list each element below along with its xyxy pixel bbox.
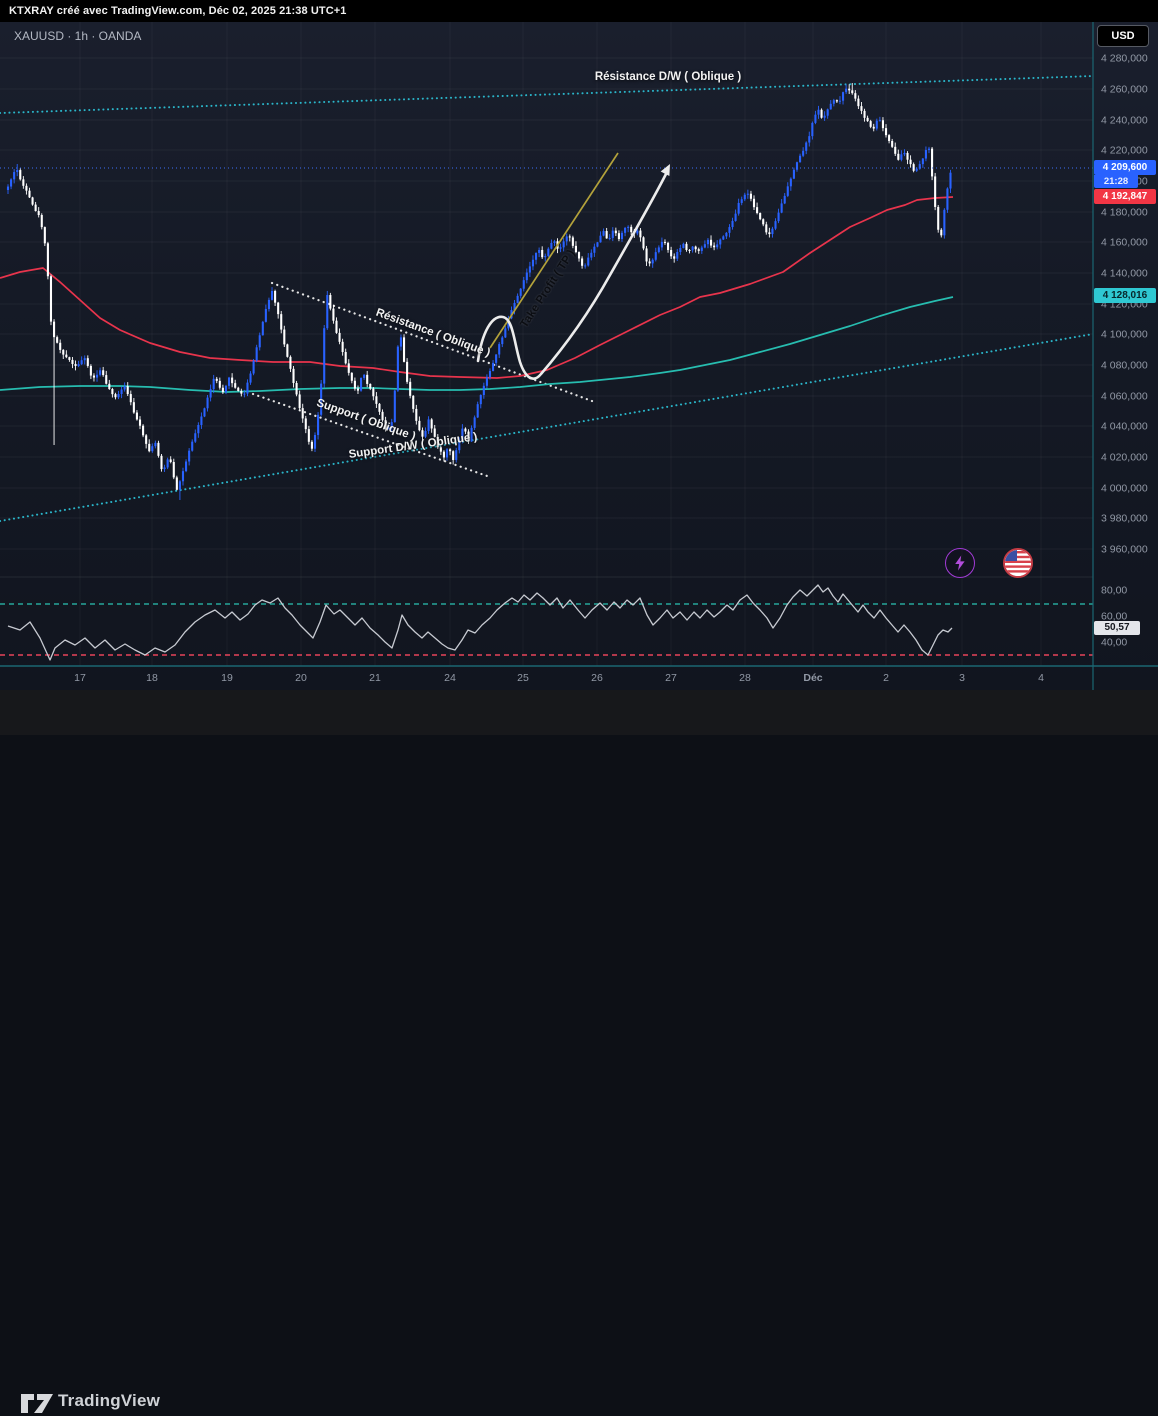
svg-text:25: 25: [517, 672, 529, 684]
lightning-bolt-icon: [953, 555, 967, 571]
ma-slow-price-badge: 4 128,016: [1094, 288, 1156, 303]
svg-text:19: 19: [221, 672, 233, 684]
svg-text:20: 20: [295, 672, 307, 684]
rsi-line: [8, 585, 952, 660]
footer-bar: TradingView: [0, 690, 1158, 735]
price-axis[interactable]: 4 280,0004 260,0004 240,0004 220,0004 20…: [1101, 53, 1148, 649]
rsi-value-badge: 50,57: [1094, 621, 1140, 635]
support-dw-line: [0, 334, 1093, 521]
projection-arrow-path: [478, 172, 667, 379]
us-flag-button[interactable]: [1003, 548, 1033, 578]
svg-text:80,00: 80,00: [1101, 585, 1127, 597]
chart-canvas[interactable]: 4 280,000 4 260,000 4 240,000 4 220,000 4 20…: [0, 22, 1158, 690]
svg-text:3 980,000: 3 980,000: [1101, 513, 1148, 525]
yellow-trendline: [490, 153, 618, 348]
svg-text:4 160,000: 4 160,000: [1101, 237, 1148, 249]
last-price-badge: 4 209,600: [1094, 160, 1156, 175]
moving-averages: [0, 197, 953, 392]
resistance-dw-line: [0, 76, 1093, 113]
svg-text:4 080,000: 4 080,000: [1101, 360, 1148, 372]
svg-text:24: 24: [444, 672, 456, 684]
svg-text:21: 21: [369, 672, 381, 684]
svg-text:4 000,000: 4 000,000: [1101, 483, 1148, 495]
symbol-legend[interactable]: XAUUSD · 1h · OANDA: [14, 29, 141, 43]
svg-text:27: 27: [665, 672, 677, 684]
footer-brand: TradingView: [58, 1391, 160, 1411]
svg-text:18: 18: [146, 672, 158, 684]
us-flag-icon: [1005, 550, 1031, 576]
gridlines: [0, 22, 1093, 666]
candles-layer: [7, 83, 952, 500]
svg-text:4 060,000: 4 060,000: [1101, 391, 1148, 403]
svg-text:4 260,000: 4 260,000: [1101, 84, 1148, 96]
svg-text:4 020,000: 4 020,000: [1101, 452, 1148, 464]
time-axis[interactable]: 17 18 19 20 21 24 25 26 27 28 Déc 2 3 4: [74, 672, 1044, 684]
lightning-button[interactable]: [945, 548, 975, 578]
svg-text:3 960,000: 3 960,000: [1101, 544, 1148, 556]
drawings-layer[interactable]: [478, 153, 670, 379]
bar-countdown-badge: 21:28: [1094, 175, 1138, 188]
rsi-pane: [0, 585, 1093, 660]
svg-text:26: 26: [591, 672, 603, 684]
svg-text:4 140,000: 4 140,000: [1101, 268, 1148, 280]
svg-text:4 220,000: 4 220,000: [1101, 145, 1148, 157]
svg-text:3: 3: [959, 672, 965, 684]
svg-text:Déc: Déc: [803, 672, 822, 684]
svg-text:40,00: 40,00: [1101, 637, 1127, 649]
svg-text:4 240,000: 4 240,000: [1101, 115, 1148, 127]
svg-text:4 180,000: 4 180,000: [1101, 207, 1148, 219]
svg-text:17: 17: [74, 672, 86, 684]
svg-text:4 280,000: 4 280,000: [1101, 53, 1148, 65]
svg-text:2: 2: [883, 672, 889, 684]
currency-button[interactable]: USD: [1097, 25, 1149, 47]
ma-fast-price-badge: 4 192,847: [1094, 189, 1156, 204]
chart-area[interactable]: 4 280,000 4 260,000 4 240,000 4 220,000 4 20…: [0, 22, 1158, 690]
svg-text:4: 4: [1038, 672, 1044, 684]
svg-text:4 100,000: 4 100,000: [1101, 329, 1148, 341]
svg-text:4 040,000: 4 040,000: [1101, 421, 1148, 433]
resistance-dw-label[interactable]: Résistance D/W ( Oblique ): [595, 71, 741, 83]
tradingview-logo-icon: [20, 1392, 54, 1416]
watermark-bar: KTXRAY créé avec TradingView.com, Déc 02…: [0, 0, 1158, 22]
svg-text:28: 28: [739, 672, 751, 684]
